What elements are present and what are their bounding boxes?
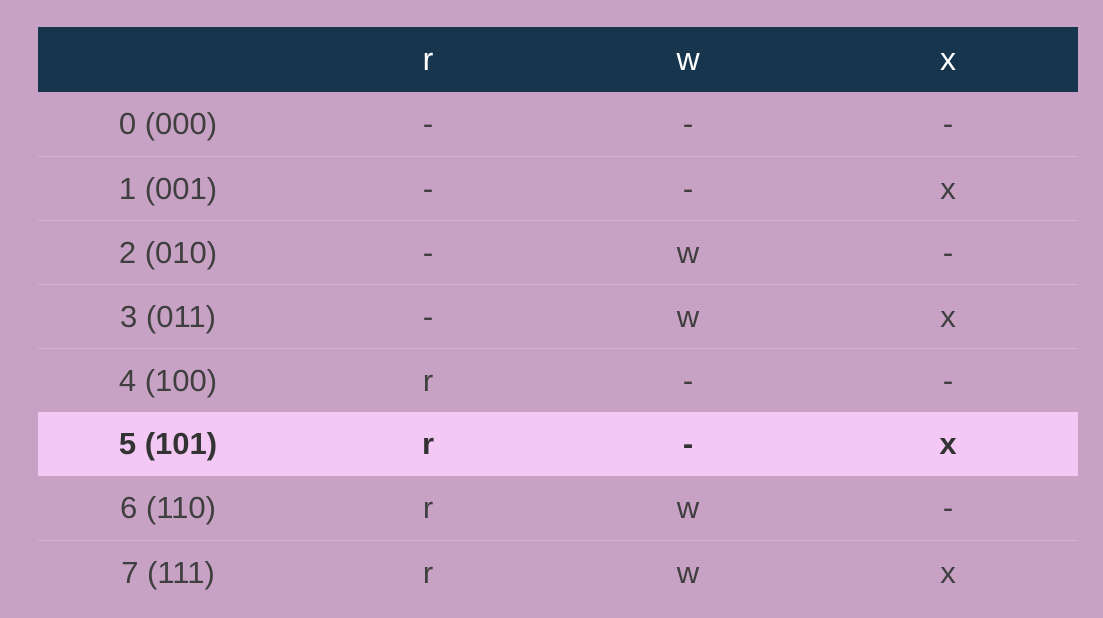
write-cell: - <box>682 363 694 398</box>
header-cell-write: w <box>676 41 700 77</box>
read-cell: - <box>422 171 434 206</box>
mode-cell: 7 (111) <box>121 555 215 590</box>
table-row: 1 (001) - - x <box>38 156 1078 220</box>
execute-cell: - <box>942 106 954 141</box>
read-cell: r <box>421 426 435 461</box>
execute-cell: x <box>940 171 956 206</box>
header-cell-read: r <box>422 41 434 77</box>
read-cell: r <box>422 490 434 525</box>
table-row: 4 (100) r - - <box>38 348 1078 412</box>
read-cell: - <box>422 106 434 141</box>
write-cell: w <box>676 555 700 590</box>
execute-cell: x <box>939 426 957 461</box>
execute-cell: x <box>940 299 956 334</box>
table-header: r w x <box>38 27 1078 92</box>
mode-cell: 5 (101) <box>118 426 218 461</box>
table-row: 3 (011) - w x <box>38 284 1078 348</box>
execute-cell: - <box>942 235 954 270</box>
write-cell: w <box>676 299 700 334</box>
write-cell: w <box>676 235 700 270</box>
read-cell: r <box>422 363 434 398</box>
mode-cell: 2 (010) <box>118 235 218 270</box>
write-cell: - <box>682 171 694 206</box>
read-cell: - <box>422 235 434 270</box>
table-row: 0 (000) - - - <box>38 92 1078 156</box>
header-cell-execute: x <box>940 41 956 77</box>
execute-cell: - <box>942 363 954 398</box>
execute-cell: x <box>940 555 956 590</box>
permissions-table: r w x 0 (000) - - - 1 (001) - - x 2 (010… <box>38 27 1078 604</box>
table-row-highlighted: 5 (101) r - x <box>38 412 1078 476</box>
read-cell: - <box>422 299 434 334</box>
table-body: 0 (000) - - - 1 (001) - - x 2 (010) - w … <box>38 92 1078 604</box>
mode-cell: 4 (100) <box>118 363 218 398</box>
mode-cell: 6 (110) <box>120 490 216 525</box>
mode-cell: 3 (011) <box>120 299 216 334</box>
execute-cell: - <box>942 490 954 525</box>
write-cell: - <box>682 106 694 141</box>
table-row: 7 (111) r w x <box>38 540 1078 604</box>
write-cell: - <box>682 426 694 461</box>
mode-cell: 0 (000) <box>118 106 218 141</box>
write-cell: w <box>676 490 700 525</box>
table-row: 6 (110) r w - <box>38 476 1078 540</box>
mode-cell: 1 (001) <box>118 171 218 206</box>
read-cell: r <box>422 555 434 590</box>
table-row: 2 (010) - w - <box>38 220 1078 284</box>
